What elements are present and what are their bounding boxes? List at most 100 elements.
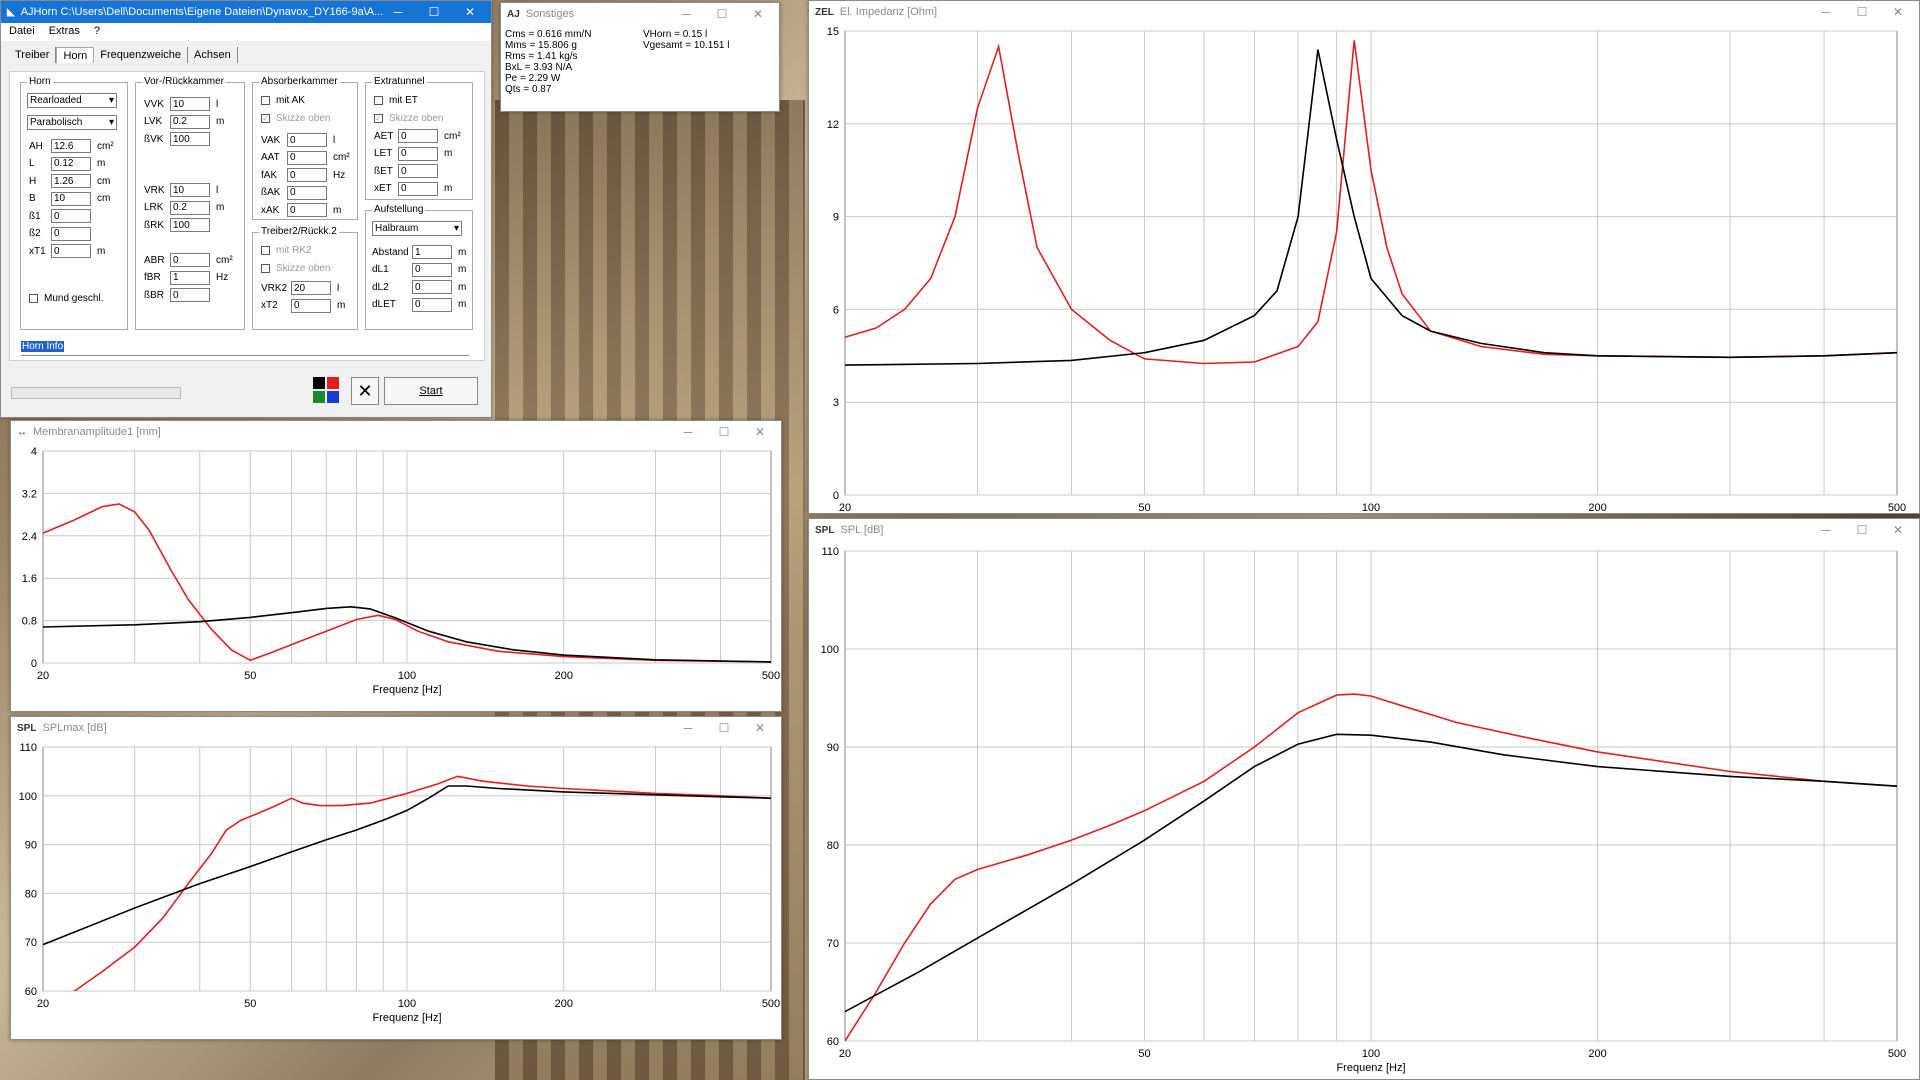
field-row-ß2: ß2 — [29, 226, 97, 241]
field-input-aet[interactable] — [398, 129, 438, 143]
field-input-ßbr[interactable] — [170, 288, 210, 302]
color-swatches[interactable] — [313, 377, 341, 405]
swatch-blue[interactable] — [327, 391, 339, 403]
spl-title: SPL [dB] — [840, 524, 884, 536]
swatch-red[interactable] — [327, 377, 339, 389]
minimize-icon[interactable]: ─ — [681, 721, 695, 735]
field-input-xt2[interactable] — [291, 298, 331, 313]
mit-ak-checkbox[interactable]: mit AK — [261, 93, 305, 107]
field-row-xt2: xT2 m — [261, 298, 345, 313]
skizze-et-checkbox[interactable]: ✓ Skizze oben — [374, 111, 443, 125]
field-unit: m — [97, 245, 106, 257]
tab-achsen[interactable]: Achsen — [188, 47, 238, 63]
close-icon[interactable]: ✕ — [463, 5, 477, 19]
close-icon[interactable]: ✕ — [753, 425, 767, 439]
start-button[interactable]: Start — [384, 377, 478, 405]
field-unit: cm² — [444, 130, 461, 142]
x-axis-label: Frequenz [Hz] — [1336, 1062, 1405, 1074]
membran-titlebar[interactable]: ↔ Membranamplitude1 [mm] ─ ☐ ✕ — [11, 421, 781, 443]
minimize-icon[interactable]: ─ — [1819, 5, 1833, 19]
field-input-ßak[interactable] — [287, 185, 327, 200]
y-tick-label: 0 — [31, 658, 37, 670]
group-treiber2-title: Treiber2/Rückk.2 — [259, 226, 339, 237]
field-input-vrk2[interactable] — [291, 281, 331, 295]
impedanz-titlebar[interactable]: ZEL El. Impedanz [Ohm] ─ ☐ ✕ — [809, 1, 1919, 23]
field-input-ßvk[interactable] — [170, 132, 210, 146]
field-input-ßet[interactable] — [398, 164, 438, 178]
swatch-green[interactable] — [313, 391, 325, 403]
close-icon[interactable]: ✕ — [753, 721, 767, 735]
field-input-xet[interactable] — [398, 181, 438, 196]
horn-info-field[interactable]: Horn Info — [21, 341, 469, 356]
maximize-icon[interactable]: ☐ — [717, 721, 731, 735]
field-input-vak[interactable] — [287, 133, 327, 147]
x-tick-label: 20 — [37, 998, 49, 1010]
field-input-vvk[interactable] — [170, 97, 210, 111]
sonstiges-titlebar[interactable]: AJ Sonstiges ─ ☐ ✕ — [501, 3, 779, 25]
swatch-black[interactable] — [313, 377, 325, 389]
field-label: dL1 — [372, 264, 389, 275]
field-row-lrk: LRK m — [144, 200, 224, 215]
x-tick-label: 50 — [1138, 502, 1150, 513]
main-titlebar[interactable]: ◣ AJHorn C:\Users\Dell\Documents\Eigene … — [1, 1, 491, 23]
field-input-l[interactable] — [51, 156, 91, 171]
horn-shape-select[interactable]: Parabolisch ▾ — [27, 115, 117, 130]
menu-extras[interactable]: Extras — [49, 25, 80, 39]
mit-et-checkbox[interactable]: mit ET — [374, 93, 418, 107]
maximize-icon[interactable]: ☐ — [1855, 523, 1869, 537]
field-input-ah[interactable] — [51, 139, 91, 153]
maximize-icon[interactable]: ☐ — [427, 5, 441, 19]
field-input-lrk[interactable] — [170, 200, 210, 215]
minimize-icon[interactable]: ─ — [391, 5, 405, 19]
spl-titlebar[interactable]: SPL SPL [dB] ─ ☐ ✕ — [809, 519, 1919, 541]
aufstellung-select[interactable]: Halbraum ▾ — [372, 221, 462, 236]
skizze-ak-checkbox[interactable]: ✓ Skizze oben — [261, 111, 330, 125]
close-icon[interactable]: ✕ — [1891, 523, 1905, 537]
field-input-b[interactable] — [51, 191, 91, 206]
field-input-abstand[interactable] — [412, 245, 452, 259]
menu-datei[interactable]: Datei — [9, 25, 35, 39]
mund-checkbox[interactable]: Mund geschl. — [29, 291, 103, 305]
field-input-dl1[interactable] — [412, 262, 452, 277]
mit-rk2-checkbox[interactable]: mit RK2 — [261, 243, 312, 257]
checkbox-icon — [261, 263, 270, 273]
maximize-icon[interactable]: ☐ — [717, 425, 731, 439]
field-input-vrk[interactable] — [170, 183, 210, 197]
field-input-dl2[interactable] — [412, 280, 452, 294]
field-input-fbr[interactable] — [170, 270, 210, 285]
field-input-ß1[interactable] — [51, 209, 91, 223]
field-input-xt1[interactable] — [51, 244, 91, 258]
field-input-aat[interactable] — [287, 150, 327, 165]
close-icon[interactable]: ✕ — [751, 7, 765, 21]
field-label: fBR — [144, 272, 161, 283]
field-input-let[interactable] — [398, 146, 438, 161]
close-icon[interactable]: ✕ — [1891, 5, 1905, 19]
field-row-h: Hcm — [29, 174, 110, 188]
field-input-ß2[interactable] — [51, 226, 91, 241]
impedanz-chart: 0 3 6 9 12 15 20 50 100 200 500 — [827, 26, 1906, 513]
clear-button[interactable]: ✕ — [351, 377, 379, 405]
splmax-titlebar[interactable]: SPL SPLmax [dB] ─ ☐ ✕ — [11, 717, 781, 739]
tab-treiber[interactable]: Treiber — [9, 47, 57, 63]
field-input-fak[interactable] — [287, 168, 327, 182]
minimize-icon[interactable]: ─ — [1819, 523, 1833, 537]
field-input-xak[interactable] — [287, 203, 327, 217]
field-input-ßrk[interactable] — [170, 218, 210, 232]
menu-help[interactable]: ? — [94, 25, 100, 39]
impedanz-title: El. Impedanz [Ohm] — [839, 6, 938, 18]
minimize-icon[interactable]: ─ — [681, 425, 695, 439]
skizze-rk2-checkbox[interactable]: Skizze oben — [261, 261, 330, 275]
maximize-icon[interactable]: ☐ — [715, 7, 729, 21]
field-input-abr[interactable] — [170, 253, 210, 267]
minimize-icon[interactable]: ─ — [679, 7, 693, 21]
horn-type-select[interactable]: Rearloaded ▾ — [27, 93, 117, 108]
tab-horn[interactable]: Horn — [56, 47, 95, 63]
field-input-h[interactable] — [51, 174, 91, 188]
field-label: AH — [29, 140, 43, 152]
field-row-l: Lm — [29, 156, 105, 171]
tab-frequenzweiche[interactable]: Frequenzweiche — [94, 47, 188, 63]
field-input-dlet[interactable] — [412, 297, 452, 312]
field-input-lvk[interactable] — [170, 114, 210, 129]
maximize-icon[interactable]: ☐ — [1855, 5, 1869, 19]
skizze-et-label: Skizze oben — [389, 112, 444, 124]
